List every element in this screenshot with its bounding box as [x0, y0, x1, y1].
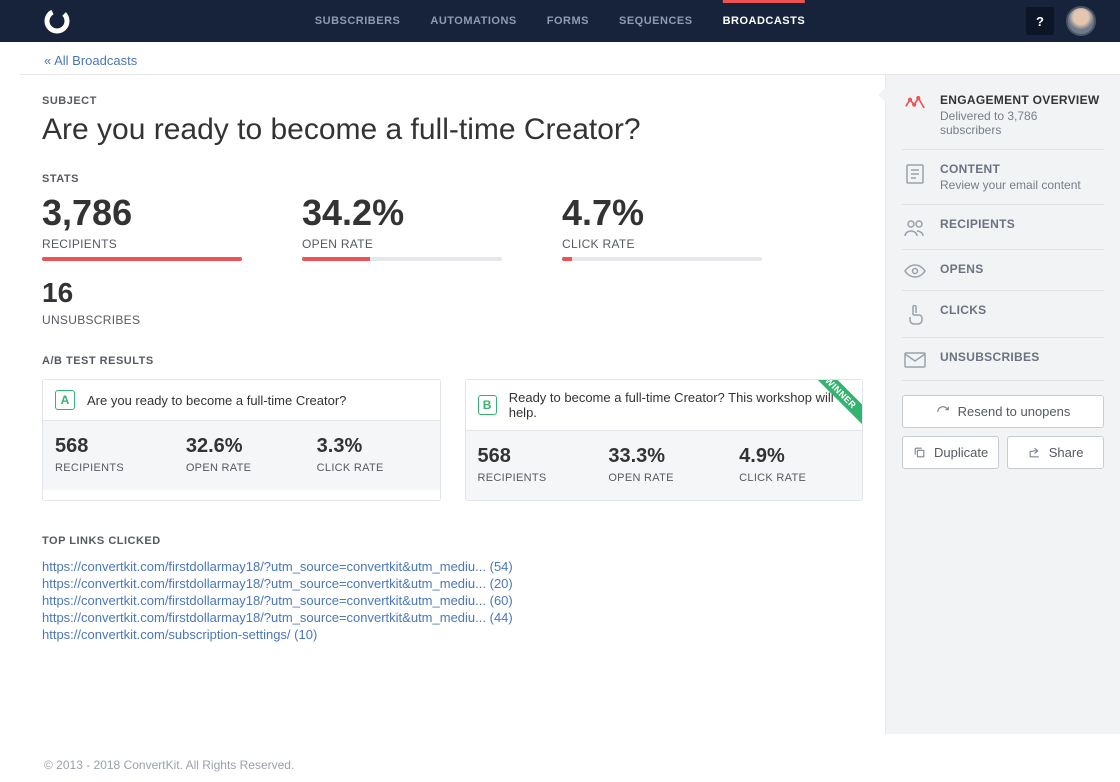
top-links-label: TOP LINKS CLICKED [42, 535, 863, 547]
ab-test-row: AAre you ready to become a full-time Cre… [42, 379, 863, 501]
duplicate-button[interactable]: Duplicate [902, 436, 999, 469]
footer-copyright: © 2013 - 2018 ConvertKit. All Rights Res… [0, 734, 1120, 782]
clicked-link[interactable]: https://convertkit.com/firstdollarmay18/… [42, 593, 863, 608]
sidebar-pointer [878, 87, 886, 103]
doc-icon [904, 162, 926, 184]
nav-automations[interactable]: AUTOMATIONS [430, 0, 516, 42]
unsubscribes-value: 16 [42, 279, 863, 307]
help-button[interactable]: ? [1026, 7, 1054, 35]
sidebar-item-opens[interactable]: OPENS [902, 250, 1104, 291]
unsubscribes-label: UNSUBSCRIBES [42, 313, 863, 327]
breadcrumb: « All Broadcasts [0, 42, 1120, 74]
stats-label: STATS [42, 173, 863, 185]
clicked-link[interactable]: https://convertkit.com/subscription-sett… [42, 627, 863, 642]
mail-icon [904, 350, 926, 368]
ab-results-label: A/B TEST RESULTS [42, 355, 863, 367]
nav-subscribers[interactable]: SUBSCRIBERS [315, 0, 401, 42]
ab-variant-b: WINNERBReady to become a full-time Creat… [465, 379, 864, 501]
clicked-link[interactable]: https://convertkit.com/firstdollarmay18/… [42, 576, 863, 591]
subject-label: SUBJECT [42, 95, 863, 107]
stat-recipients: 3,786RECIPIENTS [42, 185, 242, 261]
clicked-link[interactable]: https://convertkit.com/firstdollarmay18/… [42, 610, 863, 625]
nav-forms[interactable]: FORMS [547, 0, 589, 42]
page-title: Are you ready to become a full-time Crea… [42, 113, 863, 147]
resend-button[interactable]: Resend to unopens [902, 395, 1104, 428]
sidebar-item-clicks[interactable]: CLICKS [902, 291, 1104, 338]
ab-variant-a: AAre you ready to become a full-time Cre… [42, 379, 441, 501]
share-button[interactable]: Share [1007, 436, 1104, 469]
top-navbar: SUBSCRIBERS AUTOMATIONS FORMS SEQUENCES BROA… [0, 0, 1120, 42]
logo[interactable] [44, 8, 70, 34]
pointer-icon [904, 303, 926, 325]
sidebar-item-content[interactable]: CONTENTReview your email content [902, 150, 1104, 205]
stat-open-rate: 34.2%OPEN RATE [302, 185, 502, 261]
stat-click-rate: 4.7%CLICK RATE [562, 185, 762, 261]
variant-badge: B [478, 395, 497, 415]
sidebar-item-recipients[interactable]: RECIPIENTS [902, 205, 1104, 250]
variant-badge: A [55, 390, 75, 410]
users-icon [904, 217, 926, 237]
nav-broadcasts[interactable]: BROADCASTS [723, 0, 806, 42]
nav-sequences[interactable]: SEQUENCES [619, 0, 693, 42]
activity-icon [904, 93, 926, 111]
sidebar-item-unsubscribes[interactable]: UNSUBSCRIBES [902, 338, 1104, 381]
sidebar: ENGAGEMENT OVERVIEWDelivered to 3,786 su… [886, 74, 1120, 734]
back-link[interactable]: « All Broadcasts [44, 53, 137, 68]
main-panel: SUBJECT Are you ready to become a full-t… [20, 74, 886, 734]
stats-row: 3,786RECIPIENTS 34.2%OPEN RATE 4.7%CLICK R… [42, 185, 863, 261]
top-links-list: https://convertkit.com/firstdollarmay18/… [42, 559, 863, 642]
sidebar-item-engagement-overview[interactable]: ENGAGEMENT OVERVIEWDelivered to 3,786 su… [902, 93, 1104, 150]
avatar[interactable] [1066, 6, 1096, 36]
primary-nav: SUBSCRIBERS AUTOMATIONS FORMS SEQUENCES BROA… [315, 0, 805, 42]
eye-icon [904, 262, 926, 278]
clicked-link[interactable]: https://convertkit.com/firstdollarmay18/… [42, 559, 863, 574]
